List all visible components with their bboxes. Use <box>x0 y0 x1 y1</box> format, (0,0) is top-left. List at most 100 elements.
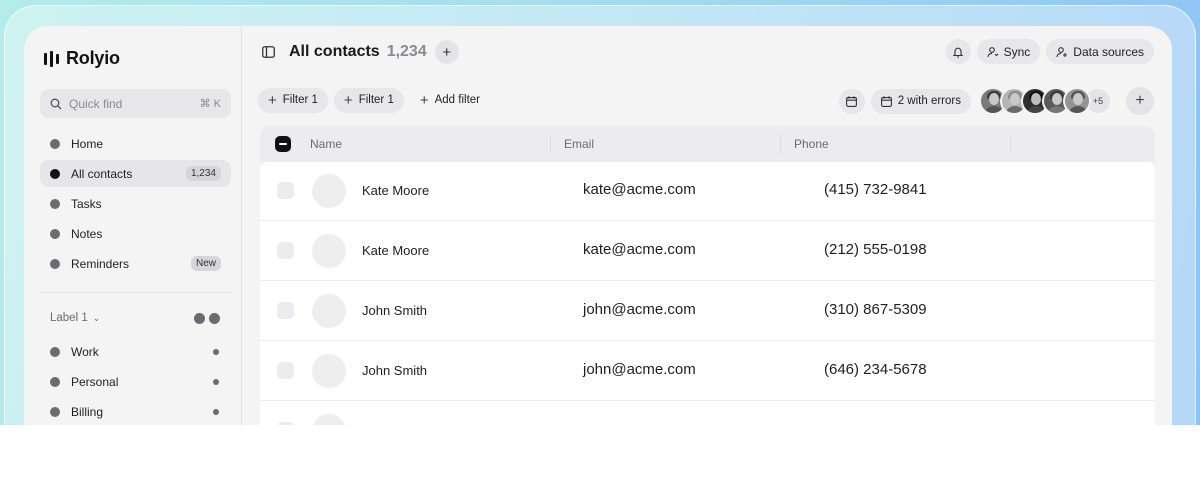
sidebar-item-label: All contacts <box>71 166 133 181</box>
add-collaborator-button[interactable]: + <box>1126 87 1154 115</box>
contact-email: john@acme.com <box>583 361 696 378</box>
filter-label: Filter 1 <box>282 94 318 106</box>
column-header-phone[interactable]: Phone <box>794 137 829 151</box>
labels-list: Work Personal Billing <box>40 338 231 425</box>
row-checkbox[interactable] <box>277 242 294 259</box>
topbar-actions: Sync Data sources <box>945 39 1154 64</box>
table-row[interactable]: John Smith john@acme.com (310) 867-5309 <box>260 281 1155 341</box>
sidebar-item-label: Home <box>71 136 104 151</box>
quick-find-input[interactable]: Quick find ⌘ K <box>40 89 231 118</box>
errors-chip[interactable]: 2 with errors <box>870 88 971 114</box>
table-row[interactable]: Kate Moore kate@acme.com (415) 732-9841 <box>260 161 1155 221</box>
contact-count: 1,234 <box>386 43 427 60</box>
avatar <box>312 294 346 328</box>
table-header: Name Email Phone <box>260 126 1155 162</box>
sidebar: Rolyio Quick find ⌘ K Home All contacts … <box>24 26 242 425</box>
topbar: All contacts 1,234 + Sync Data sources <box>242 26 1172 78</box>
plus-icon: + <box>419 91 429 109</box>
sidebar-item-label: Billing <box>71 404 104 419</box>
contacts-icon <box>50 168 60 179</box>
page-title: All contacts <box>289 43 380 60</box>
sync-label: Sync <box>1003 44 1031 59</box>
contact-name: Kate Moore <box>362 183 430 198</box>
sidebar-item-notes[interactable]: Notes <box>40 220 231 247</box>
user-plus-icon <box>1056 46 1068 57</box>
calendar-button[interactable] <box>838 88 865 114</box>
table-row[interactable] <box>260 401 1155 425</box>
data-sources-label: Data sources <box>1073 44 1144 59</box>
data-sources-button[interactable]: Data sources <box>1046 39 1154 64</box>
plus-icon: + <box>343 91 353 109</box>
sidebar-item-all-contacts[interactable]: All contacts 1,234 <box>40 160 231 187</box>
table-row[interactable]: Kate Moore kate@acme.com (212) 555-0198 <box>260 221 1155 281</box>
notifications-button[interactable] <box>945 39 971 64</box>
calendar-icon <box>880 95 892 107</box>
user-sync-icon <box>987 46 998 57</box>
sidebar-item-billing[interactable]: Billing <box>40 398 231 425</box>
filter-chip[interactable]: + Filter 1 <box>333 87 404 113</box>
row-checkbox[interactable] <box>277 182 294 199</box>
contact-email: kate@acme.com <box>583 181 696 198</box>
sync-button[interactable]: Sync <box>976 39 1041 64</box>
chevron-down-icon: ⌄ <box>92 312 101 323</box>
logo-icon <box>44 50 59 67</box>
collaborator-avatars[interactable]: +5 <box>979 87 1112 115</box>
contact-phone: (310) 867-5309 <box>824 301 927 318</box>
count-badge: 1,234 <box>185 166 221 181</box>
contact-phone: (212) 555-0198 <box>824 241 927 258</box>
sidebar-item-label: Notes <box>71 226 103 241</box>
app-window: Rolyio Quick find ⌘ K Home All contacts … <box>24 26 1172 425</box>
search-shortcut: ⌘ K <box>199 98 221 110</box>
contact-name: Kate Moore <box>362 243 430 258</box>
row-checkbox[interactable] <box>277 302 294 319</box>
sidebar-nav: Home All contacts 1,234 Tasks Notes Remi… <box>40 130 231 280</box>
home-icon <box>50 138 60 149</box>
sidebar-item-personal[interactable]: Personal <box>40 368 231 395</box>
contact-name: John Smith <box>362 303 428 318</box>
column-header-name[interactable]: Name <box>310 137 342 151</box>
reminders-icon <box>50 258 60 269</box>
app-name: Rolyio <box>66 48 120 68</box>
contacts-table: Name Email Phone Kate Moore kate@acme.co… <box>260 126 1155 425</box>
label-group-dots <box>194 312 220 324</box>
filter-label: Filter 1 <box>358 94 394 106</box>
row-checkbox[interactable] <box>277 422 294 425</box>
status-dot <box>213 378 219 385</box>
sidebar-item-label: Personal <box>71 374 119 389</box>
search-icon <box>50 98 62 109</box>
errors-label: 2 with errors <box>897 95 961 107</box>
tasks-icon <box>50 198 60 209</box>
filter-chip[interactable]: + Filter 1 <box>258 87 328 113</box>
column-divider <box>1010 135 1011 153</box>
avatar <box>312 354 346 388</box>
add-filter-label: Add filter <box>434 94 480 106</box>
column-divider <box>780 135 781 153</box>
sidebar-item-home[interactable]: Home <box>40 130 231 157</box>
label-dot-icon <box>50 376 60 387</box>
sidebar-item-work[interactable]: Work <box>40 338 231 365</box>
sidebar-item-tasks[interactable]: Tasks <box>40 190 231 217</box>
main-panel: All contacts 1,234 + Sync Data sources +… <box>242 26 1172 425</box>
label-dot-icon <box>50 406 60 417</box>
new-badge: New <box>190 256 221 271</box>
table-body: Kate Moore kate@acme.com (415) 732-9841 … <box>260 161 1155 425</box>
sidebar-item-label: Tasks <box>71 196 102 211</box>
search-placeholder: Quick find <box>69 96 123 111</box>
add-filter-button[interactable]: + Add filter <box>410 88 490 113</box>
sidebar-item-reminders[interactable]: Reminders New <box>40 250 231 277</box>
bell-icon <box>952 47 964 58</box>
select-all-checkbox[interactable] <box>275 136 291 152</box>
column-divider <box>550 135 551 153</box>
contact-email: john@acme.com <box>583 301 696 318</box>
sidebar-item-label: Reminders <box>71 256 130 271</box>
sidebar-toggle-icon[interactable] <box>262 46 275 58</box>
label-group-header[interactable]: Label 1 ⌄ <box>50 312 220 324</box>
add-contact-button[interactable]: + <box>434 40 459 64</box>
row-checkbox[interactable] <box>277 362 294 379</box>
background-gradient: Rolyio Quick find ⌘ K Home All contacts … <box>0 0 1200 425</box>
label-group-title: Label 1 <box>50 312 88 324</box>
column-header-email[interactable]: Email <box>564 137 594 151</box>
contact-phone: (646) 234-5678 <box>824 361 927 378</box>
filter-bar: + Filter 1 + Filter 1 + Add filter 2 wit… <box>258 87 1154 115</box>
table-row[interactable]: John Smith john@acme.com (646) 234-5678 <box>260 341 1155 401</box>
